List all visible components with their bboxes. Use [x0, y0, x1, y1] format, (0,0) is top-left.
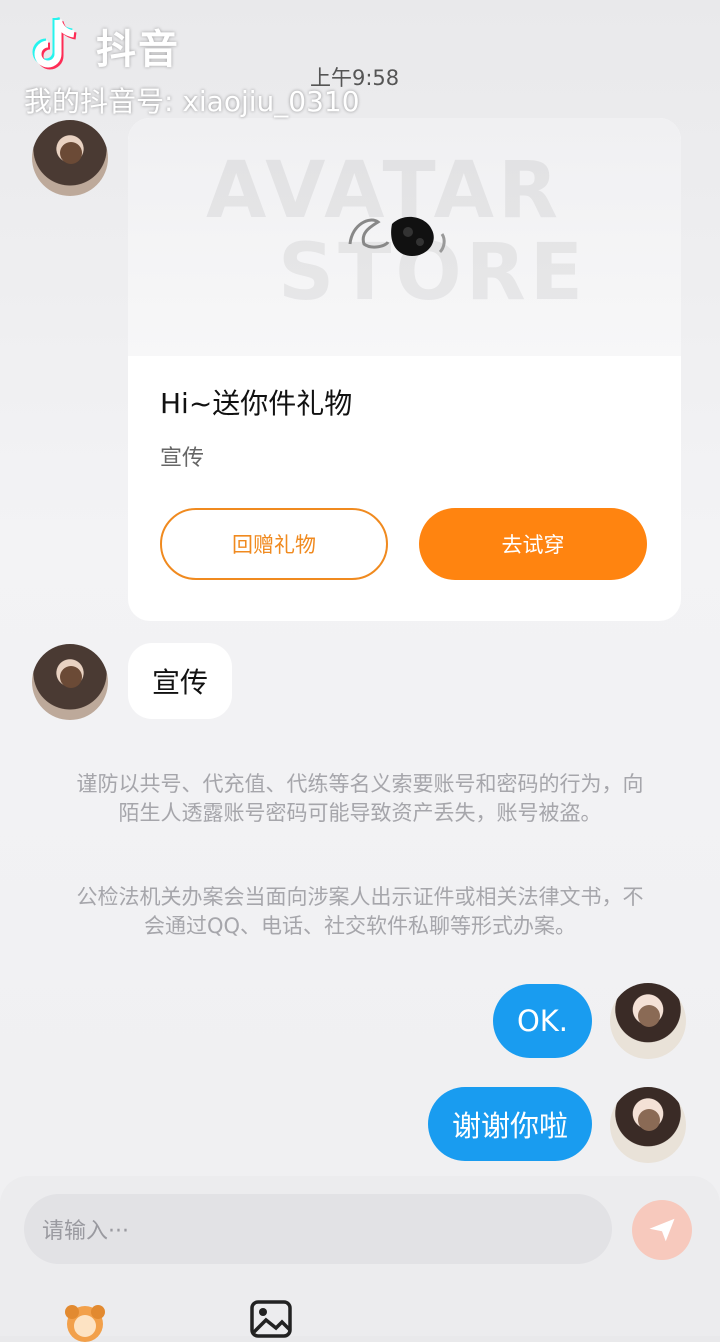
emoji-sticker-icon[interactable]: [62, 1296, 108, 1342]
sender-avatar[interactable]: [32, 644, 108, 720]
douyin-watermark: 抖音 我的抖音号: xiaojiu_0310: [24, 14, 360, 120]
safety-notice-account: 谨防以共号、代充值、代练等名义索要账号和密码的行为，向陌生人透露账号密码可能导致…: [76, 772, 644, 825]
gift-card-title: Hi~送你件礼物: [160, 387, 353, 420]
outgoing-message-bubble[interactable]: 谢谢你啦: [427, 1087, 592, 1161]
message-input-bar: 请输入···: [0, 1176, 720, 1342]
send-icon: [649, 1218, 675, 1242]
safety-notice-police: 公检法机关办案会当面向涉案人出示证件或相关法律文书，不会通过QQ、电话、社交软件…: [76, 885, 644, 938]
douyin-logo-icon: [32, 16, 77, 70]
my-avatar[interactable]: [610, 1087, 686, 1163]
outgoing-message-bubble[interactable]: OK.: [492, 984, 592, 1058]
sender-avatar[interactable]: [32, 120, 108, 196]
send-button[interactable]: [632, 1200, 692, 1260]
incoming-message-bubble[interactable]: 宣传: [128, 643, 233, 719]
gift-image: AVATAR STORE: [128, 118, 681, 356]
watermark-brand: 抖音: [96, 27, 180, 73]
message-input[interactable]: 请输入···: [24, 1194, 612, 1264]
return-gift-button[interactable]: 回赠礼物: [160, 508, 388, 580]
gift-card-subtitle: 宣传: [160, 446, 205, 471]
try-on-button[interactable]: 去试穿: [419, 508, 647, 580]
mask-gift-icon: [348, 216, 446, 256]
my-avatar[interactable]: [610, 983, 686, 1059]
watermark-account-id: 我的抖音号: xiaojiu_0310: [24, 85, 360, 118]
gift-card[interactable]: AVATAR STORE Hi~送你件礼物 宣传 回赠礼物 去试穿: [128, 118, 681, 621]
image-picker-icon[interactable]: [248, 1296, 294, 1342]
